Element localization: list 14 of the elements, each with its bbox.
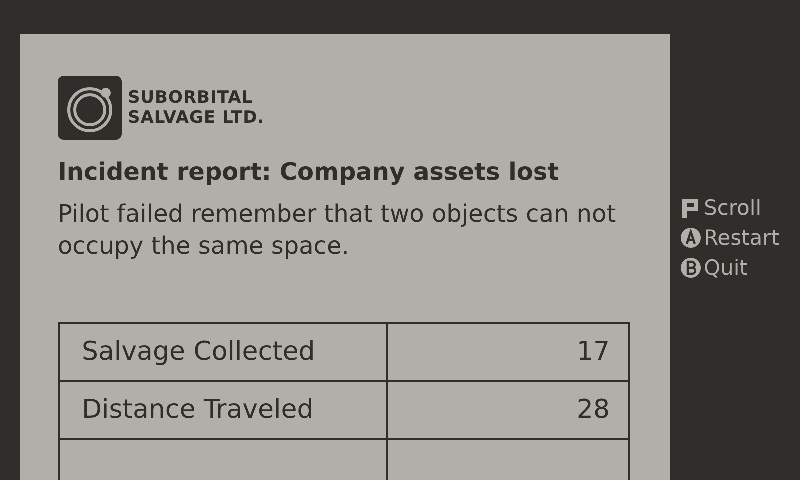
round-button-icon [680,227,702,249]
company-name: SALVAGE LTD. [128,108,265,128]
round-button-icon [680,257,702,279]
control-hint: Restart [704,226,780,250]
stat-value: 17 [388,324,630,382]
stat-value: 28 [388,382,630,440]
company-name: SUBORBITAL [128,88,254,108]
report-message: Pilot failed remember that two objects can not occupy the same space. [58,199,618,262]
report-title: Incident report: Company assets lost [58,158,560,186]
stat-label: Distance Traveled [60,382,388,440]
control-hint: Scroll [704,196,762,220]
control-hint: Quit [704,256,748,280]
logo-icon [58,76,122,140]
stat-label: Salvage Collected [60,324,388,382]
